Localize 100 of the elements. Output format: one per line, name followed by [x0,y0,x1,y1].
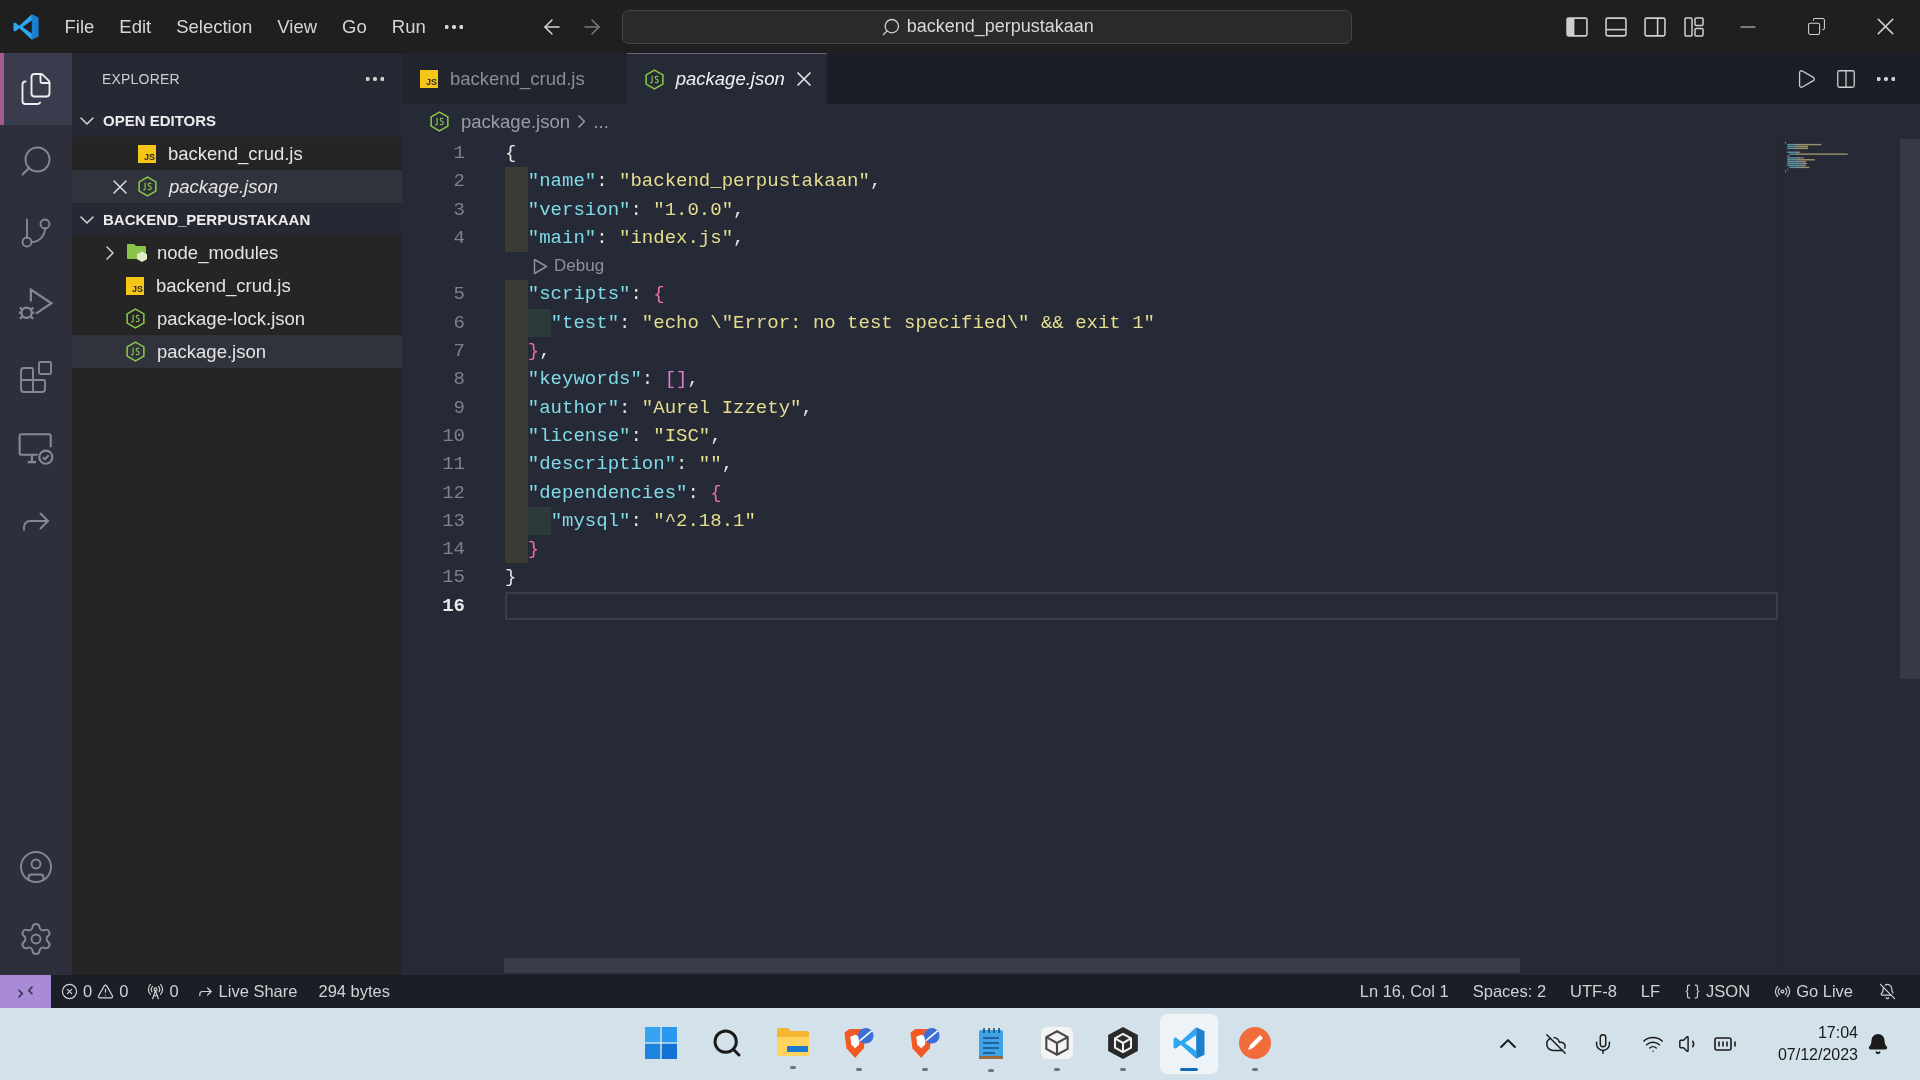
section-header[interactable]: OPEN EDITORS [72,104,402,137]
start-icon [645,1027,677,1059]
clock-date[interactable]: 07/12/2023 [1777,1044,1858,1066]
line-number: 1 [452,141,465,166]
notification-bell-icon[interactable] [1867,1033,1889,1055]
open-editor-item[interactable]: package.json [72,170,402,203]
close-icon[interactable] [1877,18,1894,35]
code-line: "description": "", [505,450,734,479]
panel-layout-icon[interactable] [1604,16,1627,37]
line-number: 6 [452,310,465,336]
bell-slash-icon[interactable] [1879,983,1896,1000]
restore-icon[interactable] [1807,17,1826,36]
hexagon-icon [644,68,664,90]
menu-item[interactable]: Edit [106,10,164,43]
minimize-icon[interactable] [1739,25,1756,28]
js-file-icon: JS [420,70,438,88]
code-line: "scripts": { [505,280,665,309]
antenna-icon [147,983,165,1000]
warning-icon [97,983,115,1000]
menu-item[interactable]: View [264,10,330,43]
code-line: "keywords": [], [505,365,699,394]
editor-tab[interactable]: package.json [626,53,827,104]
code-line: "mysql": "^2.18.1" [505,506,756,536]
close-icon[interactable] [113,179,127,194]
chevron-right-icon [578,115,586,128]
play-bug-icon [18,287,54,323]
line-number: 10 [441,423,465,449]
js-file-icon: JS [126,276,144,295]
error-icon [61,983,78,1000]
live-share-button[interactable]: Live Share [187,975,307,1008]
pen-circle-icon [1239,1027,1271,1059]
go-live-button[interactable]: Go Live [1762,975,1865,1008]
line-number: 4 [452,225,465,251]
editor-tab[interactable]: JS backend_crud.js [402,53,627,104]
cube-icon [1108,1027,1138,1059]
monitor-icon [18,431,54,467]
broadcast-icon [1774,983,1792,1000]
folder-icon [126,243,148,262]
breadcrumb-item[interactable]: package.json [461,110,571,133]
code-line: "test": "echo \"Error: no test specified\" && exit 1" [505,308,1155,338]
sidebar-title: EXPLORER [102,70,180,87]
chevron-right-icon [106,245,114,260]
clock-time[interactable]: 17:04 [1817,1022,1858,1044]
status-bar-item[interactable]: LF [1628,975,1673,1008]
js-file-icon: JS [138,144,156,163]
line-number: 5 [452,282,465,308]
line-number: 2 [452,169,465,195]
ports-button[interactable]: 0 [138,975,188,1008]
section-header[interactable]: BACKEND_PERPUSTAKAAN [72,203,402,236]
line-number: 8 [452,367,465,393]
status-bar-item[interactable]: Spaces: 2 [1460,975,1559,1008]
hexagon-icon [126,341,145,362]
file-tree-item[interactable]: package.json [72,335,402,368]
line-number: 15 [441,565,465,591]
problems-button[interactable]: 0 0 [51,975,139,1008]
line-number: 7 [452,339,465,365]
language-mode-button[interactable]: JSON [1672,975,1763,1008]
search-field[interactable]: backend_perpustakaan [622,9,1353,44]
code-line: } [505,535,540,564]
code-line: "author": "Aurel Izzety", [505,393,813,422]
chevron-up-icon[interactable] [1500,1039,1516,1049]
search-icon [880,16,901,37]
right-sidebar-layout-icon[interactable] [1643,16,1666,37]
sidebar-layout-icon[interactable] [1565,16,1588,37]
menu-item[interactable]: Selection [163,10,265,43]
code-line: } [505,565,517,591]
remote-icon [18,985,33,998]
layout-grid-icon[interactable] [1683,16,1704,37]
ribbon-logo-icon [1173,1027,1205,1059]
codelens-link[interactable]: Debug [533,252,605,281]
code-line: { [505,141,517,166]
code-line: "name": "backend_perpustakaan", [505,167,882,196]
breadcrumb-item[interactable]: ... [593,110,609,133]
more-icon[interactable] [445,24,464,29]
more-icon[interactable] [366,76,384,81]
close-icon[interactable] [796,72,811,86]
menu-item[interactable]: Run [379,10,439,43]
more-icon[interactable] [1877,76,1895,81]
activity-bar-button[interactable] [0,53,72,125]
hexagon-icon [126,308,145,329]
shield-icon [843,1027,875,1059]
search-icon [711,1027,743,1059]
menu-item[interactable]: File [52,10,107,43]
status-bar-item[interactable]: Ln 16, Col 1 [1347,975,1461,1008]
status-bar-item[interactable]: 294 bytes [306,975,402,1008]
code-line: "dependencies": { [505,478,722,507]
split-editor-icon[interactable] [1835,67,1857,90]
ribbon-logo-icon [13,13,39,40]
code-line: "license": "ISC", [505,421,722,451]
account-icon [18,849,54,885]
cloud-off-icon[interactable] [1545,1033,1567,1055]
code-line: "main": "index.js", [505,223,745,253]
line-number: 13 [441,508,465,534]
line-number: 3 [452,197,465,223]
menu-item[interactable]: Go [329,10,380,43]
status-bar-item[interactable]: UTF-8 [1558,975,1629,1008]
line-number: 14 [441,537,465,563]
shield-icon [909,1027,941,1059]
line-number: 9 [452,395,465,421]
line-number: 11 [441,452,465,478]
